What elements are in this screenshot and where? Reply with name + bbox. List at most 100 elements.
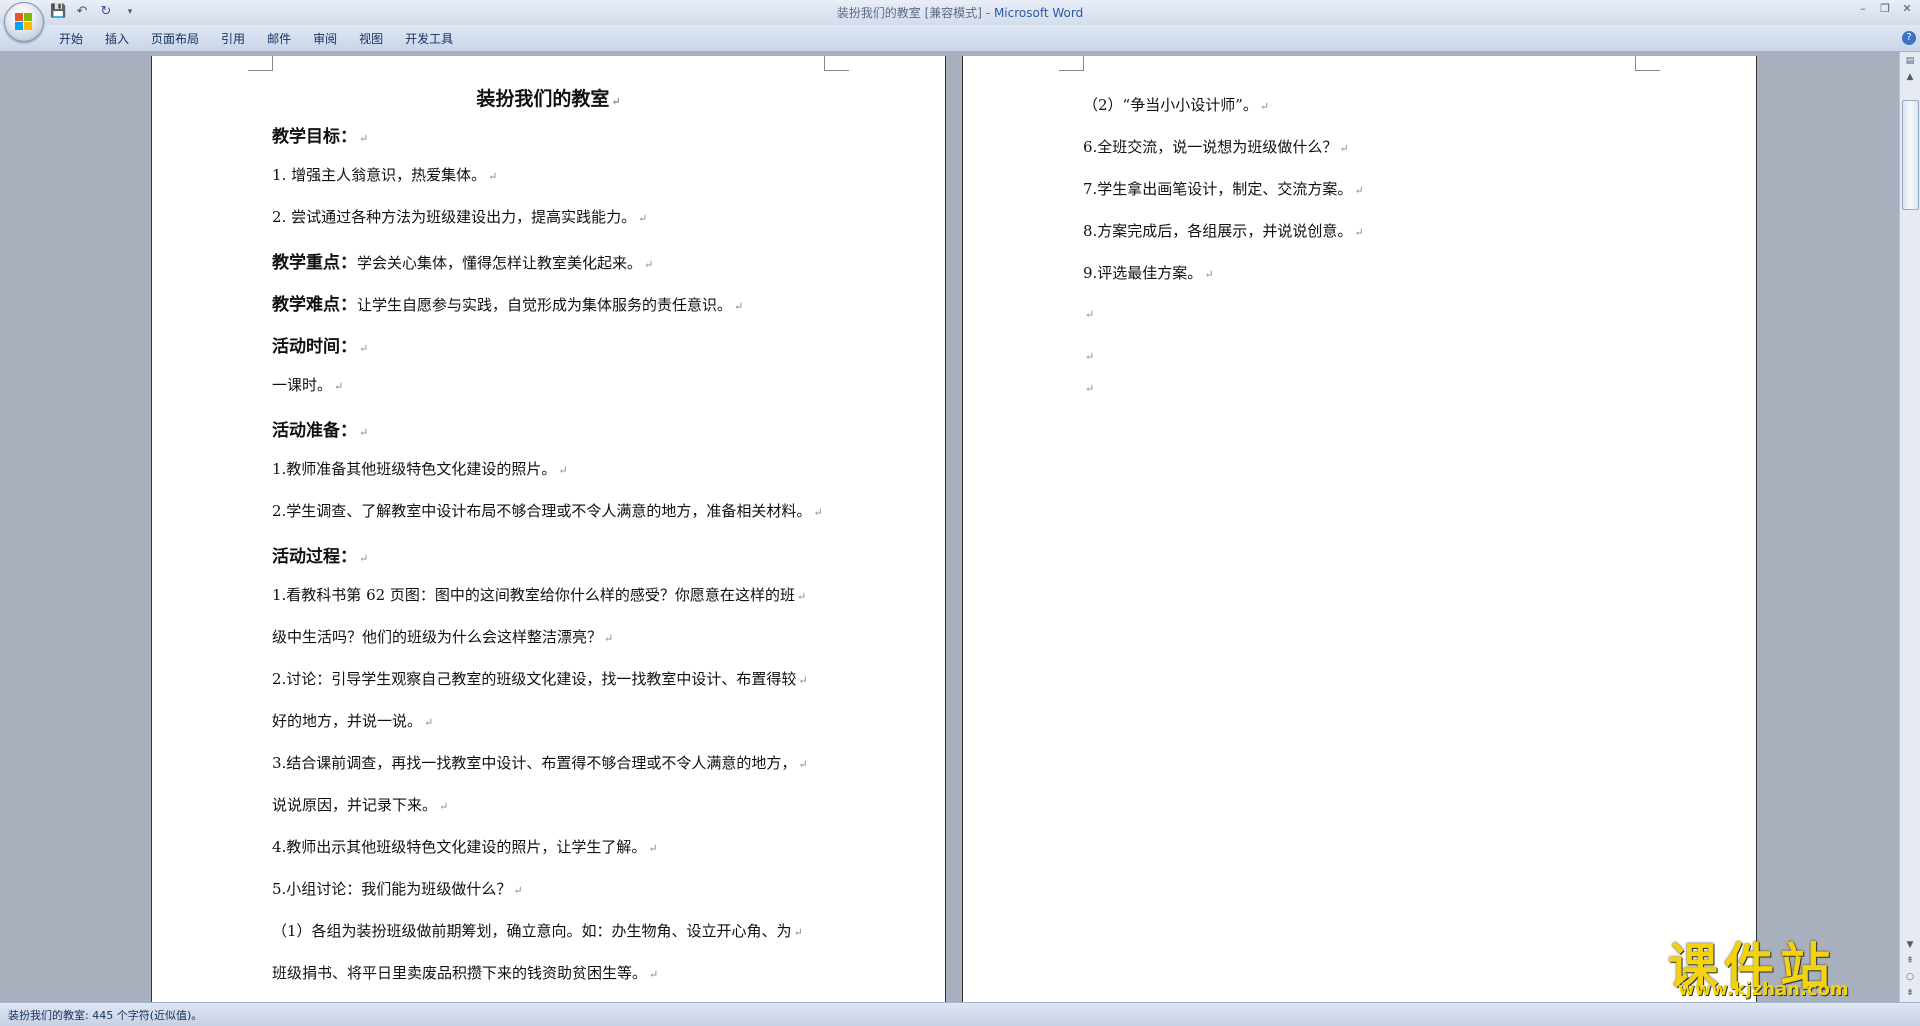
title-bar: 💾 ↶ ↻ ▾ 装扮我们的教室 [兼容模式] - Microsoft Word …: [0, 0, 1920, 42]
document-area[interactable]: 装扮我们的教室 ↵ 教学目标： ↵ 1. 增强主人翁意识，热爱集体。 ↵ 2. 尝试通过各…: [0, 52, 1900, 1002]
office-button[interactable]: [4, 2, 44, 42]
page-2[interactable]: （2）“争当小小设计师”。 ↵ 6.全班交流，说一说想为班级做什么？ ↵ 7.学生拿出画…: [963, 56, 1756, 1002]
tab-home[interactable]: 开始: [48, 29, 94, 49]
tab-insert[interactable]: 插入: [94, 29, 140, 49]
paragraph-line[interactable]: 1. 增强主人翁意识，热爱集体。 ↵: [272, 164, 497, 185]
paragraph-mark: ↵: [1085, 350, 1095, 363]
paragraph-mark: ↵: [798, 674, 808, 687]
paragraph-mark: ↵: [1259, 100, 1270, 113]
paragraph-mark: ↵: [359, 342, 369, 355]
paragraph-line[interactable]: 教学目标： ↵: [272, 122, 368, 147]
paragraph-mark: ↵: [649, 968, 659, 981]
scroll-up-icon[interactable]: ▲: [1903, 70, 1917, 84]
vertical-scrollbar[interactable]: ▤ ▲ ▼ ⇞ ○ ⇟: [1899, 52, 1920, 1002]
paragraph-mark: ↵: [648, 842, 658, 855]
tab-references[interactable]: 引用: [210, 29, 256, 49]
close-button[interactable]: ✕: [1898, 2, 1916, 16]
tab-developer[interactable]: 开发工具: [394, 29, 464, 49]
paragraph-mark: ↵: [798, 758, 808, 771]
tab-mailings[interactable]: 邮件: [256, 29, 302, 49]
paragraph-mark: ↵: [439, 800, 449, 813]
paragraph-line[interactable]: 一课时。 ↵: [272, 374, 343, 395]
paragraph-heading: 活动过程：: [272, 547, 357, 567]
paragraph-line[interactable]: 2.学生调查、了解教室中设计布局不够合理或不令人满意的地方，准备相关材料。 ↵: [272, 500, 823, 521]
paragraph-line[interactable]: 2.讨论：引导学生观察自己教室的班级文化建设，找一找教室中设计、布置得较 ↵: [272, 668, 808, 689]
paragraph-mark: ↵: [558, 464, 568, 477]
paragraph-heading: 教学目标：: [272, 127, 357, 147]
paragraph-line[interactable]: 好的地方，并说一说。 ↵: [272, 710, 433, 731]
tab-view[interactable]: 视图: [348, 29, 394, 49]
paragraph-mark: ↵: [604, 632, 614, 645]
paragraph-mark: ↵: [1354, 226, 1364, 239]
tab-page-layout[interactable]: 页面布局: [140, 29, 210, 49]
minimize-button[interactable]: –: [1854, 2, 1872, 16]
paragraph-line[interactable]: ↵: [1083, 304, 1094, 322]
window-title-separator: -: [981, 6, 994, 20]
paragraph-line[interactable]: ↵: [1083, 346, 1094, 364]
paragraph-line[interactable]: 9.评选最佳方案。 ↵: [1083, 262, 1214, 283]
paragraph-mark: ↵: [611, 95, 621, 108]
paragraph-mark: ↵: [1085, 382, 1095, 395]
paragraph-text: 1.教师准备其他班级特色文化建设的照片。: [272, 460, 557, 478]
paragraph-heading: 教学难点：: [272, 295, 357, 315]
paragraph-text: 1.看教科书第 62 页图：图中的这间教室给你什么样的感受？你愿意在这样的班: [272, 586, 795, 604]
paragraph-line[interactable]: 教学重点：学会关心集体，懂得怎样让教室美化起来。 ↵: [272, 248, 653, 273]
paragraph-mark: ↵: [424, 716, 434, 729]
document-title[interactable]: 装扮我们的教室 ↵: [152, 84, 945, 111]
paragraph-line[interactable]: 2. 尝试通过各种方法为班级建设出力，提高实践能力。 ↵: [272, 206, 647, 227]
crop-mark: [248, 56, 273, 71]
paragraph-mark: ↵: [796, 590, 807, 603]
ruler-toggle-icon[interactable]: ▤: [1903, 54, 1917, 68]
restore-button[interactable]: ❐: [1876, 2, 1894, 16]
paragraph-mark: ↵: [488, 170, 498, 183]
paragraph-line[interactable]: 1.看教科书第 62 页图：图中的这间教室给你什么样的感受？你愿意在这样的班 ↵: [272, 584, 806, 605]
paragraph-text: 5.小组讨论：我们能为班级做什么？: [272, 880, 512, 898]
paragraph-text: 说说原因，并记录下来。: [272, 796, 438, 814]
paragraph-line[interactable]: 班级捐书、将平日里卖废品积攒下来的钱资助贫困生等。 ↵: [272, 962, 658, 983]
paragraph-line[interactable]: 级中生活吗？他们的班级为什么会这样整洁漂亮？ ↵: [272, 626, 613, 647]
paragraph-mark: ↵: [638, 212, 648, 225]
paragraph-line[interactable]: 说说原因，并记录下来。 ↵: [272, 794, 448, 815]
paragraph-line[interactable]: 7.学生拿出画笔设计，制定、交流方案。 ↵: [1083, 178, 1364, 199]
paragraph-mark: ↵: [1339, 142, 1349, 155]
office-logo-icon: [15, 13, 33, 31]
paragraph-line[interactable]: （1）各组为装扮班级做前期筹划，确立意向。如：办生物角、设立开心角、为 ↵: [272, 920, 803, 941]
crop-mark: [824, 56, 849, 71]
paragraph-text: 4.教师出示其他班级特色文化建设的照片，让学生了解。: [272, 838, 647, 856]
paragraph-line[interactable]: 8.方案完成后，各组展示，并说说创意。 ↵: [1083, 220, 1364, 241]
paragraph-line[interactable]: 6.全班交流，说一说想为班级做什么？ ↵: [1083, 136, 1349, 157]
paragraph-text: （1）各组为装扮班级做前期筹划，确立意向。如：办生物角、设立开心角、为: [272, 922, 792, 940]
paragraph-text: 级中生活吗？他们的班级为什么会这样整洁漂亮？: [272, 628, 603, 646]
paragraph-line[interactable]: （2）“争当小小设计师”。 ↵: [1083, 94, 1269, 115]
paragraph-text: 8.方案完成后，各组展示，并说说创意。: [1083, 222, 1353, 240]
paragraph-line[interactable]: 5.小组讨论：我们能为班级做什么？ ↵: [272, 878, 523, 899]
paragraph-text: 一课时。: [272, 376, 333, 394]
paragraph-line[interactable]: 活动过程： ↵: [272, 542, 368, 567]
paragraph-mark: ↵: [1085, 308, 1095, 321]
paragraph-mark: ↵: [1204, 268, 1214, 281]
ribbon-tabs: 开始 插入 页面布局 引用 邮件 审阅 视图 开发工具 ?: [0, 25, 1920, 52]
paragraph-line[interactable]: 活动时间： ↵: [272, 332, 368, 357]
scrollbar-thumb[interactable]: [1902, 100, 1919, 210]
paragraph-line[interactable]: 活动准备： ↵: [272, 416, 368, 441]
watermark: 课件站 www.kjzhan.com: [1668, 927, 1908, 1003]
paragraph-mark: ↵: [359, 552, 369, 565]
paragraph-text: 3.结合课前调查，再找一找教室中设计、布置得不够合理或不令人满意的地方，: [272, 754, 797, 772]
paragraph-mark: ↵: [359, 426, 369, 439]
paragraph-text: 2.讨论：引导学生观察自己教室的班级文化建设，找一找教室中设计、布置得较: [272, 670, 797, 688]
paragraph-text: （2）“争当小小设计师”。: [1083, 96, 1258, 114]
page-1[interactable]: 装扮我们的教室 ↵ 教学目标： ↵ 1. 增强主人翁意识，热爱集体。 ↵ 2. 尝试通过各…: [152, 56, 945, 1002]
paragraph-line[interactable]: 1.教师准备其他班级特色文化建设的照片。 ↵: [272, 458, 568, 479]
paragraph-line[interactable]: 4.教师出示其他班级特色文化建设的照片，让学生了解。 ↵: [272, 836, 658, 857]
window-app-name: Microsoft Word: [993, 6, 1084, 20]
window-controls: – ❐ ✕: [1854, 2, 1916, 16]
paragraph-line[interactable]: 3.结合课前调查，再找一找教室中设计、布置得不够合理或不令人满意的地方， ↵: [272, 752, 808, 773]
tab-review[interactable]: 审阅: [302, 29, 348, 49]
paragraph-line[interactable]: ↵: [1083, 378, 1094, 396]
status-word-count[interactable]: 装扮我们的教室: 445 个字符(近似值)。: [8, 1007, 202, 1023]
paragraph-mark: ↵: [513, 884, 523, 897]
paragraph-heading: 教学重点：: [272, 253, 357, 273]
paragraph-text: 7.学生拿出画笔设计，制定、交流方案。: [1083, 180, 1353, 198]
help-icon[interactable]: ?: [1902, 31, 1916, 45]
paragraph-line[interactable]: 教学难点：让学生自愿参与实践，自觉形成为集体服务的责任意识。 ↵: [272, 290, 743, 315]
